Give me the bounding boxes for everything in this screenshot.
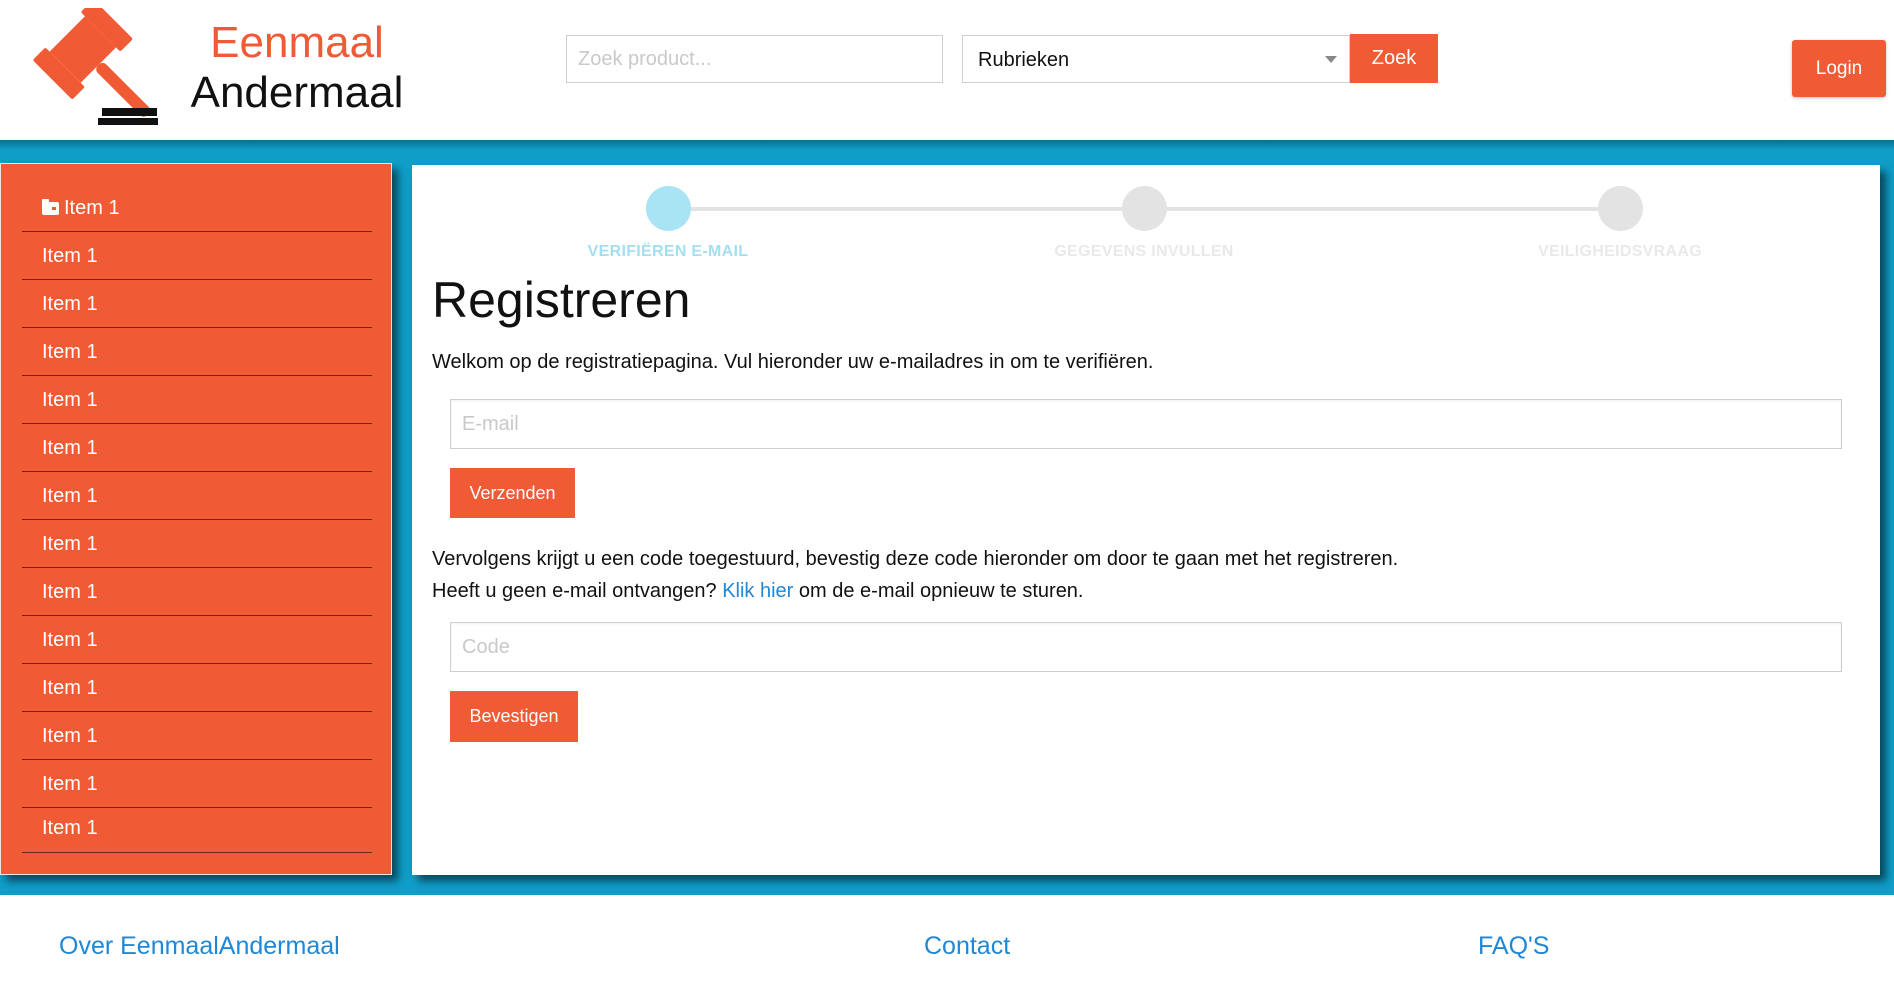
sidebar-item-label: Item 1 <box>42 389 98 411</box>
sidebar-item[interactable]: Item 1 <box>22 712 372 760</box>
sidebar-item[interactable]: Item 1 <box>22 808 372 853</box>
category-select-value: Rubrieken <box>978 49 1070 71</box>
sidebar-item-label: Item 1 <box>42 629 98 651</box>
category-sidebar: Item 1 Item 1 Item 1 Item 1 Item 1 Item … <box>0 163 392 875</box>
sidebar-item-label: Item 1 <box>42 533 98 555</box>
sidebar-item[interactable]: Item 1 <box>22 232 372 280</box>
step-indicator-fill-details <box>1122 186 1167 231</box>
resend-line: Heeft u geen e-mail ontvangen? Klik hier… <box>432 575 1398 607</box>
followup-text: Vervolgens krijgt u een code toegestuurd… <box>432 543 1398 607</box>
resend-link[interactable]: Klik hier <box>722 580 793 602</box>
search-input[interactable] <box>566 35 943 83</box>
logo-text-eenmaal: Eenmaal <box>210 18 384 67</box>
site-logo[interactable]: Eenmaal Andermaal <box>172 18 422 118</box>
followup-line: Vervolgens krijgt u een code toegestuurd… <box>432 548 1399 570</box>
page-title: Registreren <box>432 272 691 328</box>
site-header: Eenmaal Andermaal Rubrieken Zoek Login <box>0 0 1894 140</box>
sidebar-item-label: Item 1 <box>42 485 98 507</box>
footer-link-faq[interactable]: FAQ'S <box>1478 932 1549 961</box>
sidebar-item[interactable]: Item 1 <box>22 472 372 520</box>
email-field[interactable] <box>450 399 1842 449</box>
sidebar-item[interactable]: Item 1 <box>22 280 372 328</box>
progress-line <box>1144 207 1620 211</box>
sidebar-item-label: Item 1 <box>42 581 98 603</box>
sidebar-item-label: Item 1 <box>64 197 120 219</box>
sidebar-item-label: Item 1 <box>42 677 98 699</box>
send-button[interactable]: Verzenden <box>450 468 575 518</box>
step-label-security-question: VEILIGHEIDSVRAAG <box>1538 243 1702 260</box>
sidebar-item[interactable]: Item 1 <box>22 376 372 424</box>
site-footer: Over EenmaalAndermaal Contact FAQ'S <box>0 895 1894 996</box>
intro-text: Welkom op de registratiepagina. Vul hier… <box>432 351 1154 373</box>
sidebar-item-label: Item 1 <box>42 341 98 363</box>
step-label-verify-email: VERIFIËREN E-MAIL <box>587 243 749 260</box>
gavel-icon[interactable] <box>10 8 162 128</box>
sidebar-item[interactable]: Item 1 <box>22 424 372 472</box>
sidebar-item[interactable]: Item 1 <box>22 184 372 232</box>
logo-text-andermaal: Andermaal <box>190 68 404 117</box>
confirm-button[interactable]: Bevestigen <box>450 691 578 742</box>
code-field[interactable] <box>450 622 1842 672</box>
progress-line <box>668 207 1144 211</box>
sidebar-item[interactable]: Item 1 <box>22 328 372 376</box>
login-button[interactable]: Login <box>1792 40 1886 97</box>
chevron-down-icon <box>1325 56 1337 63</box>
sidebar-item-label: Item 1 <box>42 293 98 315</box>
sidebar-item[interactable]: Item 1 <box>22 520 372 568</box>
header-shadow <box>0 140 1894 150</box>
footer-link-contact[interactable]: Contact <box>924 932 1010 961</box>
footer-link-about[interactable]: Over EenmaalAndermaal <box>59 932 340 961</box>
sidebar-item[interactable]: Item 1 <box>22 760 372 808</box>
step-indicator-verify-email <box>646 186 691 231</box>
sidebar-item[interactable]: Item 1 <box>22 568 372 616</box>
step-indicator-security-question <box>1598 186 1643 231</box>
search-button[interactable]: Zoek <box>1350 34 1438 83</box>
category-select[interactable]: Rubrieken <box>962 35 1350 83</box>
sidebar-item-label: Item 1 <box>42 773 98 795</box>
sidebar-item-label: Item 1 <box>42 817 98 839</box>
sidebar-item[interactable]: Item 1 <box>22 664 372 712</box>
resend-text-after: om de e-mail opnieuw te sturen. <box>793 580 1084 602</box>
registration-panel: VERIFIËREN E-MAIL GEGEVENS INVULLEN VEIL… <box>412 165 1880 875</box>
step-label-fill-details: GEGEVENS INVULLEN <box>1054 243 1234 260</box>
sidebar-item-label: Item 1 <box>42 437 98 459</box>
sidebar-item-label: Item 1 <box>42 245 98 267</box>
folder-icon <box>42 199 59 215</box>
resend-text-before: Heeft u geen e-mail ontvangen? <box>432 580 723 602</box>
sidebar-item[interactable]: Item 1 <box>22 616 372 664</box>
sidebar-item-label: Item 1 <box>42 725 98 747</box>
